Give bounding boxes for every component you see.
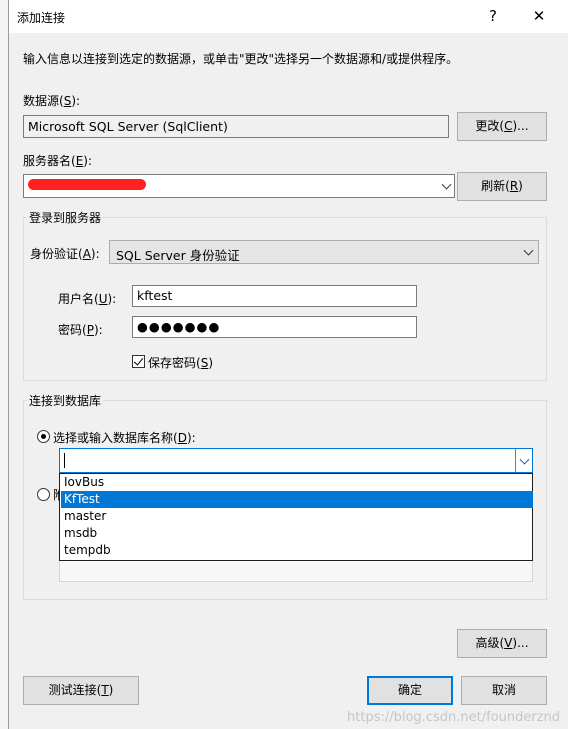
title-bar: 添加连接 ? ✕: [9, 0, 568, 33]
watermark: https://blog.csdn.net/founderznd: [347, 710, 560, 725]
password-input[interactable]: ●●●●●●●: [132, 316, 417, 338]
data-source-field: Microsoft SQL Server (SqlClient): [23, 115, 449, 138]
list-item[interactable]: IovBus: [61, 474, 533, 491]
list-item[interactable]: master: [61, 508, 533, 525]
list-item[interactable]: tempdb: [61, 542, 533, 559]
database-group-title: 连接到数据库: [27, 392, 104, 409]
test-connection-button[interactable]: 测试连接(T): [23, 676, 139, 705]
data-source-label: 数据源(S):: [23, 94, 81, 108]
cancel-button[interactable]: 取消: [461, 676, 547, 705]
radio-selected-dot: [41, 434, 46, 439]
auth-value: SQL Server 身份验证: [116, 248, 240, 263]
login-group-title: 登录到服务器: [27, 209, 104, 226]
select-database-radio[interactable]: [37, 430, 50, 443]
attach-database-radio[interactable]: [37, 488, 50, 501]
window-title: 添加连接: [17, 11, 66, 25]
list-item[interactable]: msdb: [61, 525, 533, 542]
dialog-description: 输入信息以连接到选定的数据源，或单击"更改"选择另一个数据源和/或提供程序。: [23, 52, 459, 66]
select-database-label: 选择或输入数据库名称(D):: [53, 431, 196, 445]
ok-button[interactable]: 确定: [367, 676, 453, 705]
refresh-button[interactable]: 刷新(R): [457, 172, 547, 201]
server-name-combobox[interactable]: [23, 174, 455, 198]
database-dropdown-button[interactable]: [515, 449, 532, 472]
database-name-combobox[interactable]: [59, 448, 533, 473]
change-data-source-button[interactable]: 更改(C)...: [457, 112, 547, 141]
auth-label: 身份验证(A):: [30, 247, 100, 261]
add-connection-dialog: 添加连接 ? ✕ 输入信息以连接到选定的数据源，或单击"更改"选择另一个数据源和…: [8, 0, 568, 729]
chevron-down-icon[interactable]: [441, 179, 452, 190]
username-label: 用户名(U):: [58, 292, 117, 306]
checkmark-icon: [133, 355, 144, 366]
chevron-down-icon[interactable]: [519, 454, 530, 465]
text-caret: [64, 453, 65, 468]
database-dropdown-list[interactable]: IovBus KfTest master msdb tempdb: [59, 473, 533, 561]
server-name-label: 服务器名(E):: [23, 154, 93, 168]
authentication-combobox[interactable]: SQL Server 身份验证: [109, 240, 539, 264]
username-input[interactable]: kftest: [132, 285, 417, 307]
save-password-checkbox[interactable]: [132, 355, 145, 368]
save-password-label: 保存密码(S): [148, 356, 213, 370]
redacted-server-name: [28, 179, 146, 190]
close-button[interactable]: ✕: [519, 0, 559, 33]
help-button[interactable]: ?: [473, 0, 513, 33]
chevron-down-icon[interactable]: [523, 245, 534, 256]
password-label: 密码(P):: [58, 323, 103, 337]
list-item-selected[interactable]: KfTest: [61, 491, 533, 508]
advanced-button[interactable]: 高级(V)...: [457, 629, 547, 658]
